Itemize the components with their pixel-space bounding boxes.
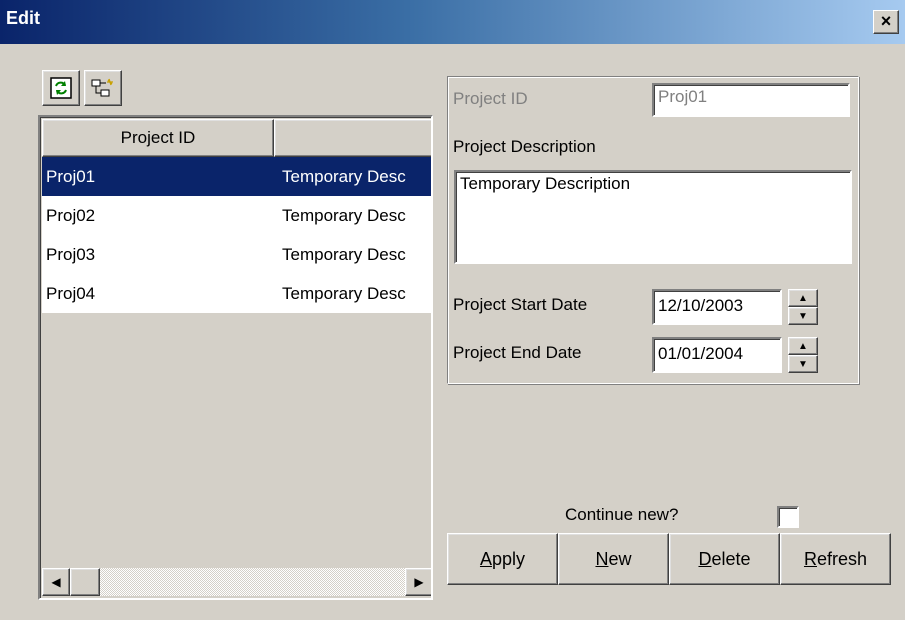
arrow-down-icon: ▼	[798, 358, 808, 370]
table-row[interactable]: Proj02 Temporary Desc	[42, 196, 431, 235]
table-row[interactable]: Proj03 Temporary Desc	[42, 235, 431, 274]
continue-new-label: Continue new?	[565, 505, 679, 524]
project-id-field: Proj01	[652, 83, 850, 117]
refresh-toolbar-button[interactable]	[42, 70, 80, 106]
tree-icon	[91, 78, 113, 97]
new-button[interactable]: New	[558, 533, 669, 585]
description-label: Project Description	[453, 137, 596, 156]
end-date-spinner[interactable]: ▲ ▼	[788, 337, 818, 373]
arrow-right-icon: ▶	[414, 575, 424, 589]
refresh-icon	[50, 77, 72, 99]
spin-up-button[interactable]: ▲	[788, 337, 818, 355]
row-description: Temporary Desc	[282, 244, 406, 264]
table-row[interactable]: Proj01 Temporary Desc	[42, 157, 431, 196]
close-icon: ×	[880, 11, 892, 31]
row-description: Temporary Desc	[282, 205, 406, 225]
row-description: Temporary Desc	[282, 166, 406, 186]
end-date-field[interactable]: 01/01/2004	[652, 337, 782, 373]
row-project-id: Proj04	[46, 283, 96, 303]
spin-up-button[interactable]: ▲	[788, 289, 818, 307]
row-project-id: Proj02	[46, 205, 96, 225]
arrow-up-icon: ▲	[798, 340, 808, 352]
details-panel: Project ID Proj01 Project Description Te…	[447, 76, 859, 384]
scroll-right-button[interactable]: ▶	[405, 568, 431, 596]
row-project-id: Proj01	[46, 166, 96, 186]
spin-down-button[interactable]: ▼	[788, 355, 818, 373]
project-id-label: Project ID	[453, 89, 528, 108]
continue-new-checkbox[interactable]	[777, 506, 799, 528]
tree-toolbar-button[interactable]	[84, 70, 122, 106]
start-date-spinner[interactable]: ▲ ▼	[788, 289, 818, 325]
scrollbar-thumb[interactable]	[70, 568, 100, 596]
close-button[interactable]: ×	[873, 10, 899, 34]
row-description: Temporary Desc	[282, 283, 406, 303]
start-date-label: Project Start Date	[453, 295, 588, 314]
window-title: Edit	[6, 8, 40, 28]
arrow-down-icon: ▼	[798, 310, 808, 322]
column-header-description[interactable]	[274, 119, 431, 157]
arrow-up-icon: ▲	[798, 292, 808, 304]
list-rows: Proj01 Temporary Desc Proj02 Temporary D…	[42, 157, 431, 313]
list-header: Project ID	[42, 119, 431, 157]
description-textarea[interactable]: Temporary Description	[454, 170, 852, 264]
project-list[interactable]: Project ID Proj01 Temporary Desc Proj02 …	[38, 115, 433, 600]
delete-button[interactable]: Delete	[669, 533, 780, 585]
horizontal-scrollbar[interactable]: ◀ ▶	[42, 568, 431, 596]
spin-down-button[interactable]: ▼	[788, 307, 818, 325]
row-project-id: Proj03	[46, 244, 96, 264]
table-row[interactable]: Proj04 Temporary Desc	[42, 274, 431, 313]
title-bar: Edit ×	[0, 0, 905, 44]
arrow-left-icon: ◀	[51, 575, 61, 589]
column-header-project-id[interactable]: Project ID	[42, 119, 274, 157]
apply-button[interactable]: Apply	[447, 533, 558, 585]
end-date-label: Project End Date	[453, 343, 582, 362]
scroll-left-button[interactable]: ◀	[42, 568, 70, 596]
start-date-field[interactable]: 12/10/2003	[652, 289, 782, 325]
refresh-button[interactable]: Refresh	[780, 533, 891, 585]
